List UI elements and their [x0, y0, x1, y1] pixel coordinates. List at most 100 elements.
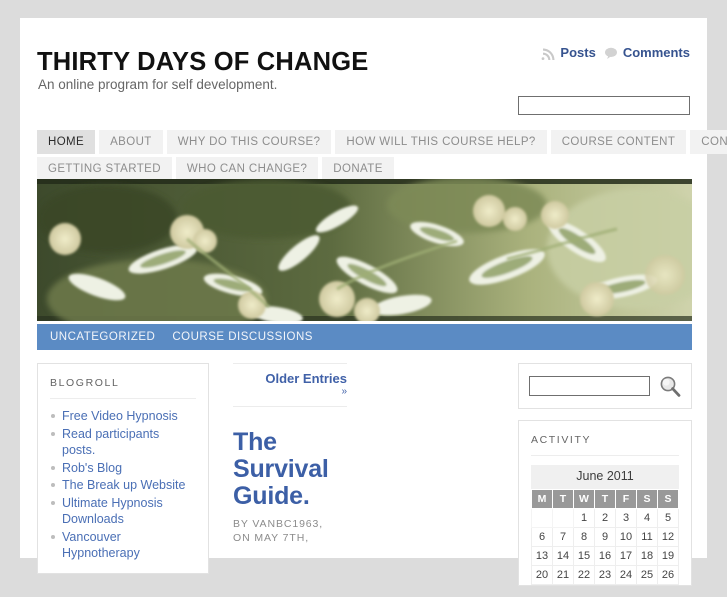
nav-item-how-will-this-course-help[interactable]: HOW WILL THIS COURSE HELP?: [335, 130, 547, 154]
calendar-cell: 1: [573, 508, 595, 528]
list-item[interactable]: Ultimate Hypnosis Downloads: [50, 495, 196, 528]
nav-item-getting-started[interactable]: GETTING STARTED: [37, 157, 172, 181]
calendar-cell: 4: [636, 508, 658, 528]
blogroll-link-robs-blog[interactable]: Rob's Blog: [62, 461, 122, 475]
calendar-cell: 16: [594, 546, 616, 566]
calendar-cell: [531, 508, 553, 528]
calendar-cell: 13: [531, 546, 553, 566]
calendar-cell: 14: [552, 546, 574, 566]
older-entries-link[interactable]: Older Entries: [233, 371, 347, 386]
blogroll-list: Free Video Hypnosis Read participants po…: [50, 408, 196, 562]
list-item[interactable]: Read participants posts.: [50, 426, 196, 459]
activity-widget: ACTIVITY June 2011 M T W T F S S 1 2 3 4…: [518, 420, 692, 586]
calendar-cell: 23: [594, 565, 616, 585]
nav-item-why-do-this-course[interactable]: WHY DO THIS COURSE?: [166, 130, 332, 154]
nav-item-course-content[interactable]: COURSE CONTENT: [550, 130, 687, 154]
calendar-week-row: 6 7 8 9 10 11 12: [531, 527, 679, 547]
blogroll-link-read-participants-posts[interactable]: Read participants posts.: [62, 427, 159, 458]
calendar-cell: 15: [573, 546, 595, 566]
calendar-day-header-thu: T: [594, 489, 616, 509]
nav-item-who-can-change[interactable]: WHO CAN CHANGE?: [175, 157, 319, 181]
calendar-cell: 21: [552, 565, 574, 585]
calendar-week-row: 1 2 3 4 5: [531, 508, 679, 528]
calendar-cell: 20: [531, 565, 553, 585]
site-header: THIRTY DAYS OF CHANGE An online program …: [20, 18, 707, 115]
calendar-cell: 12: [657, 527, 679, 547]
calendar-cell: 24: [615, 565, 637, 585]
calendar-cell: 22: [573, 565, 595, 585]
feed-links: Posts Comments: [541, 45, 690, 60]
calendar-day-header-fri: F: [615, 489, 637, 509]
blogroll-link-the-break-up-website[interactable]: The Break up Website: [62, 478, 185, 492]
category-link-uncategorized[interactable]: UNCATEGORIZED: [50, 331, 155, 343]
calendar-caption: June 2011: [531, 465, 679, 489]
search-input[interactable]: [530, 377, 649, 395]
calendar-cell: 8: [573, 527, 595, 547]
pagination: Older Entries »: [233, 363, 347, 407]
site-tagline: An online program for self development.: [38, 77, 278, 92]
calendar-cell: 11: [636, 527, 658, 547]
main-content: Older Entries » The Survival Guide. BY V…: [233, 363, 347, 545]
page-container: THIRTY DAYS OF CHANGE An online program …: [20, 18, 727, 586]
calendar-cell: 5: [657, 508, 679, 528]
nav-item-home[interactable]: HOME: [37, 130, 96, 154]
primary-navigation: HOME ABOUT WHY DO THIS COURSE? HOW WILL …: [37, 130, 727, 184]
calendar-day-header-sat: S: [636, 489, 658, 509]
list-item[interactable]: Vancouver Hypnotherapy: [50, 529, 196, 562]
activity-calendar: June 2011 M T W T F S S 1 2 3 4 5 6 7 8 …: [531, 465, 679, 585]
calendar-cell: 7: [552, 527, 574, 547]
search-icon[interactable]: [659, 375, 681, 397]
sidebar-right: ACTIVITY June 2011 M T W T F S S 1 2 3 4…: [518, 363, 692, 597]
calendar-cell: 19: [657, 546, 679, 566]
calendar-cell: 18: [636, 546, 658, 566]
post-meta-date: ON MAY 7TH,: [233, 532, 310, 544]
search-input-box[interactable]: [529, 376, 650, 396]
calendar-day-header-sun: S: [657, 489, 679, 509]
calendar-cell: 26: [657, 565, 679, 585]
calendar-cell: 2: [594, 508, 616, 528]
posts-feed-label: Posts: [560, 45, 596, 60]
blogroll-widget: BLOGROLL Free Video Hypnosis Read partic…: [37, 363, 209, 574]
sidebar-left: BLOGROLL Free Video Hypnosis Read partic…: [37, 363, 209, 585]
calendar-cell: 9: [594, 527, 616, 547]
calendar-cell: 3: [615, 508, 637, 528]
nav-row-2: GETTING STARTED WHO CAN CHANGE? DONATE: [37, 157, 692, 181]
calendar-cell: 25: [636, 565, 658, 585]
post-meta-author[interactable]: BY VANBC1963,: [233, 517, 347, 531]
calendar-day-header-tue: T: [552, 489, 574, 509]
calendar-day-header-mon: M: [531, 489, 553, 509]
blogroll-widget-title: BLOGROLL: [50, 377, 196, 399]
comments-feed-label: Comments: [622, 45, 690, 60]
blogroll-link-free-video-hypnosis[interactable]: Free Video Hypnosis: [62, 409, 178, 423]
calendar-week-row: 13 14 15 16 17 18 19: [531, 546, 679, 566]
nav-row-1: HOME ABOUT WHY DO THIS COURSE? HOW WILL …: [37, 130, 727, 154]
header-search-box[interactable]: [518, 96, 690, 115]
comments-feed-link[interactable]: Comments: [604, 45, 690, 60]
list-item[interactable]: Free Video Hypnosis: [50, 408, 196, 425]
calendar-cell: [552, 508, 574, 528]
nav-item-contact[interactable]: CONTACT: [690, 130, 727, 154]
category-link-course-discussions[interactable]: COURSE DISCUSSIONS: [172, 331, 313, 343]
category-bar: UNCATEGORIZED COURSE DISCUSSIONS: [37, 324, 692, 350]
header-search-input[interactable]: [519, 97, 689, 115]
calendar-header-row: M T W T F S S: [531, 489, 679, 509]
post-meta: BY VANBC1963, ON MAY 7TH,: [233, 517, 347, 545]
chevron-right-icon[interactable]: »: [233, 386, 347, 398]
calendar-cell: 6: [531, 527, 553, 547]
calendar-cell: 10: [615, 527, 637, 547]
posts-feed-link[interactable]: Posts: [541, 45, 596, 60]
list-item[interactable]: Rob's Blog: [50, 460, 196, 477]
calendar-cell: 17: [615, 546, 637, 566]
comment-bubble-icon: [604, 46, 618, 60]
activity-widget-title: ACTIVITY: [531, 434, 679, 456]
content-columns: BLOGROLL Free Video Hypnosis Read partic…: [37, 363, 692, 586]
site-title: THIRTY DAYS OF CHANGE: [37, 48, 369, 76]
list-item[interactable]: The Break up Website: [50, 477, 196, 494]
calendar-week-row: 20 21 22 23 24 25 26: [531, 565, 679, 585]
blogroll-link-ultimate-hypnosis-downloads[interactable]: Ultimate Hypnosis Downloads: [62, 496, 163, 527]
nav-item-about[interactable]: ABOUT: [99, 130, 163, 154]
rss-icon: [541, 46, 555, 60]
nav-item-donate[interactable]: DONATE: [322, 157, 394, 181]
post-title[interactable]: The Survival Guide.: [233, 429, 347, 510]
search-widget: [518, 363, 692, 409]
